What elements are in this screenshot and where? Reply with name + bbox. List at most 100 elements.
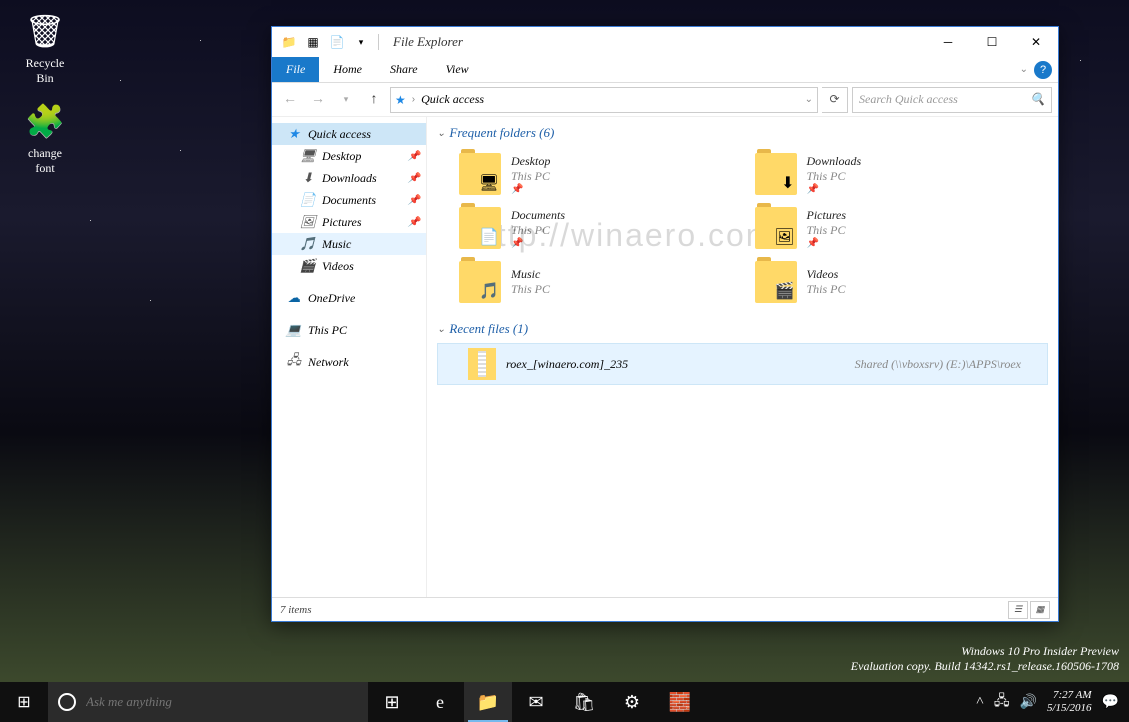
pin-icon: 📌 (408, 195, 420, 206)
nav-icon: ⬇ (300, 170, 316, 186)
tray-chevron-icon[interactable]: ˄ (976, 694, 984, 710)
folder-music[interactable]: 🎵MusicThis PC (457, 259, 733, 305)
sidebar-item-quick-access[interactable]: ★Quick access (272, 123, 426, 145)
pin-icon: 📌 (511, 238, 565, 249)
frequent-folders-header[interactable]: ⌄ Frequent folders (6) (437, 125, 1048, 141)
pin-icon: 📌 (511, 184, 550, 195)
start-button[interactable]: ⊞ (0, 682, 48, 722)
content-pane[interactable]: http://winaero.com ⌄ Frequent folders (6… (427, 117, 1058, 597)
taskbar-app[interactable]: 🧱 (656, 682, 704, 722)
nav-icon: 🎵 (300, 236, 316, 252)
sidebar-item-documents[interactable]: 📄Documents📌 (272, 189, 426, 211)
ribbon-expand-icon[interactable]: ⌄ (1020, 64, 1028, 75)
window-title: File Explorer (393, 34, 926, 50)
view-icons-button[interactable]: ▦ (1030, 601, 1050, 619)
nav-icon: 🖥 (300, 148, 316, 164)
clock[interactable]: 7:27 AM 5/15/2016 (1047, 689, 1092, 715)
desktop-icon-change-font[interactable]: 🧩change font (10, 100, 80, 176)
nav-back-button[interactable]: ← (278, 88, 302, 112)
folder-location: This PC (511, 169, 550, 184)
sidebar-item-label: Videos (322, 259, 354, 274)
maximize-button[interactable]: ☐ (970, 27, 1014, 57)
sidebar-item-onedrive[interactable]: ☁OneDrive (272, 287, 426, 309)
sidebar-item-this-pc[interactable]: 💻This PC (272, 319, 426, 341)
recent-files-header[interactable]: ⌄ Recent files (1) (437, 321, 1048, 337)
chevron-right-icon: › (412, 94, 415, 105)
minimize-button[interactable]: ─ (926, 27, 970, 57)
taskbar-mail[interactable]: ✉ (512, 682, 560, 722)
sidebar-item-label: Quick access (308, 127, 371, 142)
nav-up-button[interactable]: ↑ (362, 88, 386, 112)
nav-icon: 💻 (286, 322, 302, 338)
taskbar-store[interactable]: 🛍 (560, 682, 608, 722)
sidebar-item-music[interactable]: 🎵Music (272, 233, 426, 255)
recent-file[interactable]: roex_[winaero.com]_235Shared (\\vboxsrv)… (437, 343, 1048, 385)
folder-downloads[interactable]: ⬇DownloadsThis PC📌 (753, 151, 1029, 197)
taskbar: ⊞ ⊞e📁✉🛍⚙🧱 ˄ 🖧 🔊 7:27 AM 5/15/2016 💬 (0, 682, 1129, 722)
breadcrumb[interactable]: Quick access (421, 92, 484, 107)
sidebar-item-downloads[interactable]: ⬇Downloads📌 (272, 167, 426, 189)
address-bar[interactable]: ★ › Quick access ⌄ (390, 87, 818, 113)
tray-volume-icon[interactable]: 🔊 (1020, 694, 1037, 711)
qat-properties[interactable]: ▦ (302, 31, 324, 53)
view-details-button[interactable]: ☰ (1008, 601, 1028, 619)
pin-icon: 📌 (408, 217, 420, 228)
sidebar-item-label: OneDrive (308, 291, 355, 306)
action-center-icon[interactable]: 💬 (1102, 694, 1119, 711)
search-input[interactable]: Search Quick access 🔍 (852, 87, 1052, 113)
qat-dropdown-icon[interactable]: ▾ (350, 31, 372, 53)
sidebar-item-pictures[interactable]: 🖼Pictures📌 (272, 211, 426, 233)
folder-videos[interactable]: 🎬VideosThis PC (753, 259, 1029, 305)
desktop-watermark: Windows 10 Pro Insider Preview Evaluatio… (851, 644, 1119, 674)
tab-file[interactable]: File (272, 57, 319, 82)
cortana-input[interactable] (86, 694, 358, 710)
tab-share[interactable]: Share (376, 57, 432, 82)
titlebar[interactable]: 📁 ▦ 📄 ▾ File Explorer ─ ☐ ✕ (272, 27, 1058, 57)
nav-icon: 🖧 (286, 354, 302, 370)
close-button[interactable]: ✕ (1014, 27, 1058, 57)
tab-view[interactable]: View (432, 57, 483, 82)
desktop-icon-recycle-bin[interactable]: 🗑Recycle Bin (10, 10, 80, 86)
ribbon: File Home Share View ⌄ ? (272, 57, 1058, 83)
folder-pictures[interactable]: 🖼PicturesThis PC📌 (753, 205, 1029, 251)
refresh-button[interactable]: ⟳ (822, 87, 848, 113)
folder-name: Videos (807, 267, 846, 282)
tray-network-icon[interactable]: 🖧 (994, 690, 1010, 714)
folder-name: Desktop (511, 154, 550, 169)
tab-home[interactable]: Home (319, 57, 376, 82)
address-dropdown-icon[interactable]: ⌄ (805, 94, 813, 105)
desktop[interactable]: 🗑Recycle Bin 🧩change font 📁 ▦ 📄 ▾ File Ex… (0, 0, 1129, 722)
status-bar: 7 items ☰ ▦ (272, 597, 1058, 621)
chevron-down-icon: ⌄ (437, 324, 445, 335)
quickaccess-star-icon: ★ (395, 93, 406, 107)
icon-glyph: 🧩 (24, 100, 66, 142)
sidebar-item-label: Desktop (322, 149, 361, 164)
folder-icon: 🖥 (459, 153, 501, 195)
sidebar-item-network[interactable]: 🖧 Network (272, 351, 426, 373)
sidebar-item-label: Network (308, 355, 349, 370)
folder-icon: 🎵 (459, 261, 501, 303)
sidebar-item-desktop[interactable]: 🖥Desktop📌 (272, 145, 426, 167)
pin-icon: 📌 (807, 184, 862, 195)
nav-forward-button[interactable]: → (306, 88, 330, 112)
pin-icon: 📌 (807, 238, 847, 249)
folder-location: This PC (511, 223, 565, 238)
nav-history-dropdown[interactable]: ▾ (334, 88, 358, 112)
system-tray[interactable]: ˄ 🖧 🔊 7:27 AM 5/15/2016 💬 (966, 682, 1129, 722)
sidebar-item-label: Pictures (322, 215, 362, 230)
taskbar-task-view[interactable]: ⊞ (368, 682, 416, 722)
icon-glyph: 🗑 (24, 10, 66, 52)
qat-newfolder[interactable]: 📄 (326, 31, 348, 53)
sidebar-item-videos[interactable]: 🎬Videos (272, 255, 426, 277)
taskbar-edge[interactable]: e (416, 682, 464, 722)
taskbar-settings[interactable]: ⚙ (608, 682, 656, 722)
help-icon[interactable]: ? (1034, 61, 1052, 79)
recent-file-path: Shared (\\vboxsrv) (E:)\APPS\roex (855, 357, 1041, 372)
taskbar-explorer[interactable]: 📁 (464, 682, 512, 722)
cortana-search[interactable] (48, 682, 368, 722)
search-icon[interactable]: 🔍 (1030, 92, 1045, 107)
folder-location: This PC (807, 223, 847, 238)
folder-location: This PC (511, 282, 550, 297)
folder-documents[interactable]: 📄DocumentsThis PC📌 (457, 205, 733, 251)
folder-desktop[interactable]: 🖥 DesktopThis PC📌 (457, 151, 733, 197)
